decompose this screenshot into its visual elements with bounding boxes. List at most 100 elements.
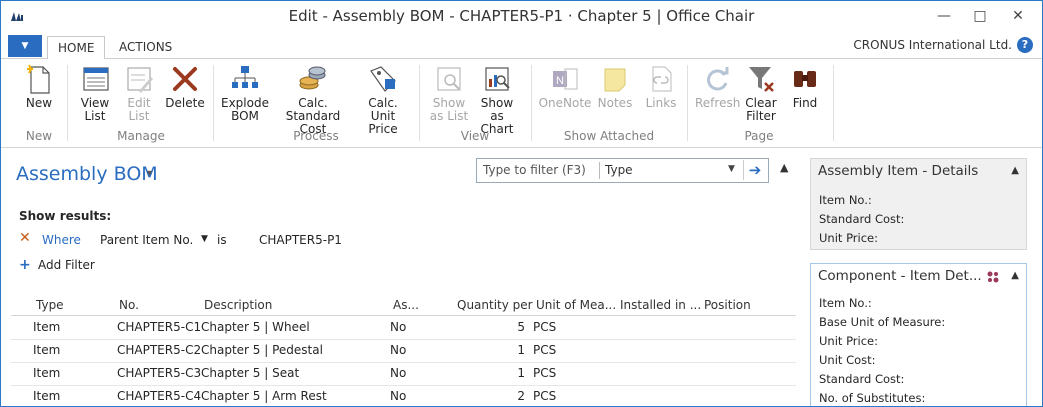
filter-box[interactable]: Type to filter (F3) Type ▼ ➔ <box>476 158 769 183</box>
arrow-right-icon[interactable]: ➔ <box>743 160 766 180</box>
notes-label: Notes <box>597 96 633 110</box>
view-list-button[interactable]: View List <box>77 59 113 123</box>
chevron-down-icon[interactable]: ▼ <box>201 234 208 244</box>
collapse-up-icon[interactable]: ▲ <box>1011 270 1019 281</box>
new-document-icon <box>27 64 50 94</box>
explode-bom-label: Explode BOM <box>221 96 269 123</box>
clear-filter-button[interactable]: Clear Filter <box>741 59 781 123</box>
cell-quantity: 1 <box>517 343 525 357</box>
show-results-label: Show results: <box>19 209 112 223</box>
column-header-quantity-per[interactable]: Quantity per <box>457 298 533 312</box>
ribbon-separator <box>687 65 688 141</box>
field-standard-cost: Standard Cost: <box>819 212 905 226</box>
remove-filter-icon[interactable]: ✕ <box>19 230 31 246</box>
cell-assembly: No <box>390 343 407 357</box>
explode-bom-button[interactable]: Explode BOM <box>221 59 269 123</box>
app-menu-button[interactable]: ▼ <box>8 35 42 57</box>
add-filter-link[interactable]: Add Filter <box>38 258 95 272</box>
notes-icon <box>604 68 626 92</box>
field-standard-cost: Standard Cost: <box>819 372 905 386</box>
minimize-button[interactable]: — <box>929 5 959 27</box>
add-icon[interactable]: + <box>19 257 31 273</box>
refresh-icon <box>707 67 729 91</box>
filter-search-input[interactable]: Type to filter (F3) <box>483 163 586 177</box>
company-name: CRONUS International Ltd. <box>853 38 1012 52</box>
where-label: Where <box>42 233 81 247</box>
table-row[interactable]: Item CHAPTER5-C2 Chapter 5 | Pedestal No… <box>11 339 796 363</box>
collapse-up-icon[interactable]: ▲ <box>1011 165 1019 176</box>
onenote-button[interactable]: N OneNote <box>537 59 593 110</box>
binoculars-icon <box>794 71 816 87</box>
chevron-down-icon[interactable]: ▼ <box>728 164 735 174</box>
show-as-chart-button[interactable]: Show as Chart <box>473 59 521 136</box>
coins-icon <box>299 66 326 90</box>
clear-filter-icon <box>749 67 774 92</box>
ribbon-separator <box>419 65 420 141</box>
cell-uom: PCS <box>533 343 557 357</box>
collapse-up-icon[interactable]: ▲ <box>780 161 788 174</box>
field-item-no: Item No.: <box>819 193 872 207</box>
page-title-menu-icon[interactable]: ▾ <box>147 168 152 179</box>
cell-uom: PCS <box>533 389 557 403</box>
column-header-assembly[interactable]: As... <box>393 298 419 312</box>
cell-description: Chapter 5 | Arm Rest <box>201 389 327 403</box>
table-row[interactable]: Item CHAPTER5-C3 Chapter 5 | Seat No 1 P… <box>11 362 796 386</box>
title-bar: Edit - Assembly BOM - CHAPTER5-P1 · Chap… <box>1 1 1042 33</box>
show-as-list-button[interactable]: Show as List <box>429 59 469 123</box>
cell-type: Item <box>33 343 61 357</box>
find-label: Find <box>792 96 818 110</box>
cell-description: Chapter 5 | Seat <box>201 366 300 380</box>
factbox-title: Component - Item Det... <box>818 268 982 284</box>
group-process-label: Process <box>293 129 339 143</box>
refresh-label: Refresh <box>695 96 741 110</box>
notes-button[interactable]: Notes <box>595 59 635 110</box>
cell-no: CHAPTER5-C2 <box>117 343 202 357</box>
column-header-position[interactable]: Position <box>704 298 751 312</box>
window-title: Edit - Assembly BOM - CHAPTER5-P1 · Chap… <box>288 7 755 25</box>
maximize-button[interactable]: □ <box>965 5 995 27</box>
filter-field-name[interactable]: Parent Item No. <box>100 233 193 247</box>
edit-list-icon <box>127 67 153 93</box>
tab-home[interactable]: HOME <box>47 36 106 60</box>
column-header-unit-of-measure[interactable]: Unit of Mea... <box>536 298 616 312</box>
price-tag-icon <box>370 66 396 92</box>
field-base-unit-of-measure: Base Unit of Measure: <box>819 315 946 329</box>
column-header-no[interactable]: No. <box>119 298 139 312</box>
calc-unit-price-button[interactable]: Calc. Unit Price <box>355 59 411 136</box>
column-header-installed-in[interactable]: Installed in ... <box>620 298 701 312</box>
new-label: New <box>25 96 53 110</box>
find-button[interactable]: Find <box>787 59 823 110</box>
filter-operator: is <box>217 233 227 247</box>
ribbon-separator <box>67 65 68 141</box>
filter-divider <box>599 162 600 179</box>
factbox-assembly-item-details: Assembly Item - Details ▲ Item No.: Stan… <box>810 158 1027 250</box>
links-button[interactable]: Links <box>641 59 681 110</box>
ribbon-separator <box>833 65 834 141</box>
cell-quantity: 2 <box>517 389 525 403</box>
delete-button[interactable]: Delete <box>165 59 205 110</box>
cell-uom: PCS <box>533 366 557 380</box>
tab-actions[interactable]: ACTIONS <box>109 36 182 58</box>
explode-bom-icon <box>232 66 258 88</box>
clear-filter-label: Clear Filter <box>745 96 777 123</box>
column-header-type[interactable]: Type <box>36 298 64 312</box>
filter-value[interactable]: CHAPTER5-P1 <box>259 233 342 247</box>
field-item-no: Item No.: <box>819 296 872 310</box>
calc-standard-cost-button[interactable]: Calc. Standard Cost <box>273 59 353 136</box>
close-button[interactable]: ✕ <box>1003 5 1033 27</box>
ribbon-separator <box>531 65 532 141</box>
new-button[interactable]: New <box>21 59 57 110</box>
puzzle-icon[interactable] <box>986 270 1000 284</box>
table-row[interactable]: Item CHAPTER5-C4 Chapter 5 | Arm Rest No… <box>11 385 796 406</box>
column-header-description[interactable]: Description <box>204 298 272 312</box>
group-page-label: Page <box>744 129 774 143</box>
group-view-label: View <box>460 129 490 143</box>
help-icon[interactable]: ? <box>1017 37 1033 53</box>
view-list-label: View List <box>80 96 110 123</box>
group-new-label: New <box>25 129 53 143</box>
table-row[interactable]: Item CHAPTER5-C1 Chapter 5 | Wheel No 5 … <box>11 316 796 340</box>
refresh-button[interactable]: Refresh <box>695 59 741 110</box>
edit-list-button[interactable]: Edit List <box>121 59 157 123</box>
filter-field-select[interactable]: Type <box>605 163 633 177</box>
group-show-attached-label: Show Attached <box>563 129 655 143</box>
